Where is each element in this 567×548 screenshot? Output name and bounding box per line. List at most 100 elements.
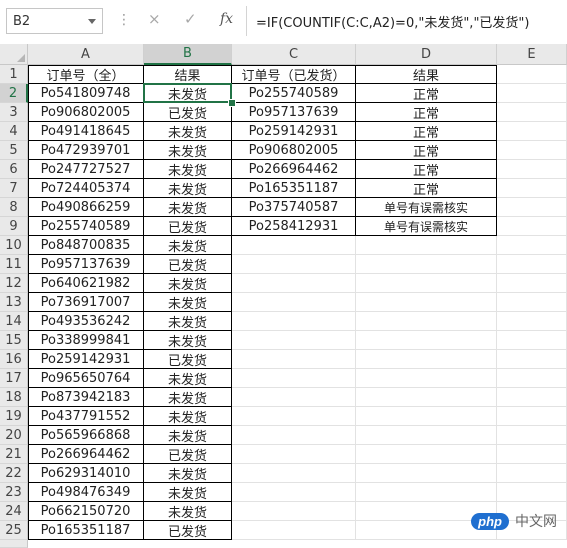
cell-b21[interactable]: 已发货 (144, 445, 232, 464)
cell-c17[interactable] (232, 369, 356, 388)
cell-c4[interactable]: Po259142931 (232, 122, 356, 141)
column-header-c[interactable]: C (232, 44, 356, 65)
row-header[interactable]: 25 (0, 521, 28, 540)
cell-e19[interactable] (497, 407, 567, 426)
cell-d5[interactable]: 正常 (356, 141, 497, 160)
cell-d21[interactable] (356, 445, 497, 464)
cell-e18[interactable] (497, 388, 567, 407)
row-header[interactable]: 14 (0, 312, 28, 331)
cell-e20[interactable] (497, 426, 567, 445)
select-all-corner[interactable] (0, 44, 28, 65)
cell-b20[interactable]: 未发货 (144, 426, 232, 445)
row-header[interactable]: 2 (0, 84, 28, 103)
cell-d11[interactable] (356, 255, 497, 274)
row-header[interactable]: 23 (0, 483, 28, 502)
cell-a3[interactable]: Po906802005 (28, 103, 144, 122)
row-header[interactable]: 6 (0, 160, 28, 179)
chevron-down-icon[interactable] (88, 19, 96, 24)
cell-a7[interactable]: Po724405374 (28, 179, 144, 198)
row-header[interactable]: 1 (0, 65, 28, 84)
cell-e17[interactable] (497, 369, 567, 388)
row-header[interactable]: 9 (0, 217, 28, 236)
cell-e7[interactable] (497, 179, 567, 198)
cell-a22[interactable]: Po629314010 (28, 464, 144, 483)
cell-c10[interactable] (232, 236, 356, 255)
cell-d15[interactable] (356, 331, 497, 350)
cell-c2[interactable]: Po255740589 (232, 84, 356, 103)
cell-d14[interactable] (356, 312, 497, 331)
cell-a21[interactable]: Po266964462 (28, 445, 144, 464)
row-header[interactable]: 5 (0, 141, 28, 160)
cell-d20[interactable] (356, 426, 497, 445)
cell-a4[interactable]: Po491418645 (28, 122, 144, 141)
cell-e4[interactable] (497, 122, 567, 141)
cell-e6[interactable] (497, 160, 567, 179)
cell-a8[interactable]: Po490866259 (28, 198, 144, 217)
cell-c22[interactable] (232, 464, 356, 483)
cell-b2[interactable]: 未发货 (144, 84, 232, 103)
row-header[interactable]: 22 (0, 464, 28, 483)
cell-c25[interactable] (232, 521, 356, 540)
cell-e23[interactable] (497, 483, 567, 502)
cell-a16[interactable]: Po259142931 (28, 350, 144, 369)
row-header[interactable]: 11 (0, 255, 28, 274)
cell-d19[interactable] (356, 407, 497, 426)
cell-c8[interactable]: Po375740587 (232, 198, 356, 217)
row-header[interactable]: 16 (0, 350, 28, 369)
cell-a12[interactable]: Po640621982 (28, 274, 144, 293)
cell-e13[interactable] (497, 293, 567, 312)
row-header[interactable]: 8 (0, 198, 28, 217)
cell-c12[interactable] (232, 274, 356, 293)
cell-b5[interactable]: 未发货 (144, 141, 232, 160)
cell-e22[interactable] (497, 464, 567, 483)
cell-a13[interactable]: Po736917007 (28, 293, 144, 312)
cell-d8[interactable]: 单号有误需核实 (356, 198, 497, 217)
insert-function-icon[interactable]: fx (220, 11, 233, 27)
cell-c19[interactable] (232, 407, 356, 426)
cell-b17[interactable]: 未发货 (144, 369, 232, 388)
cell-a14[interactable]: Po493536242 (28, 312, 144, 331)
cell-d18[interactable] (356, 388, 497, 407)
cell-c16[interactable] (232, 350, 356, 369)
cell-d17[interactable] (356, 369, 497, 388)
cell-d2[interactable]: 正常 (356, 84, 497, 103)
cell-b1[interactable]: 结果 (144, 65, 232, 84)
cell-b12[interactable]: 未发货 (144, 274, 232, 293)
cell-d9[interactable]: 单号有误需核实 (356, 217, 497, 236)
cell-a25[interactable]: Po165351187 (28, 521, 144, 540)
cell-b6[interactable]: 未发货 (144, 160, 232, 179)
cell-c21[interactable] (232, 445, 356, 464)
row-header[interactable]: 17 (0, 369, 28, 388)
cell-a5[interactable]: Po472939701 (28, 141, 144, 160)
cell-b9[interactable]: 已发货 (144, 217, 232, 236)
row-header[interactable]: 19 (0, 407, 28, 426)
cell-b18[interactable]: 未发货 (144, 388, 232, 407)
cell-a15[interactable]: Po338999841 (28, 331, 144, 350)
cell-c5[interactable]: Po906802005 (232, 141, 356, 160)
cell-a10[interactable]: Po848700835 (28, 236, 144, 255)
cell-e5[interactable] (497, 141, 567, 160)
cell-d12[interactable] (356, 274, 497, 293)
row-header[interactable]: 15 (0, 331, 28, 350)
cell-c18[interactable] (232, 388, 356, 407)
cell-d23[interactable] (356, 483, 497, 502)
row-header[interactable]: 7 (0, 179, 28, 198)
more-icon[interactable]: ⋮ (117, 12, 131, 28)
cancel-icon[interactable]: × (148, 10, 161, 28)
cell-d4[interactable]: 正常 (356, 122, 497, 141)
cell-e12[interactable] (497, 274, 567, 293)
cell-d16[interactable] (356, 350, 497, 369)
cell-e8[interactable] (497, 198, 567, 217)
cell-d22[interactable] (356, 464, 497, 483)
cell-e15[interactable] (497, 331, 567, 350)
cell-a6[interactable]: Po247727527 (28, 160, 144, 179)
cell-c14[interactable] (232, 312, 356, 331)
cell-d1[interactable]: 结果 (356, 65, 497, 84)
row-header[interactable]: 10 (0, 236, 28, 255)
formula-input[interactable]: =IF(COUNTIF(C:C,A2)=0,"未发货","已发货") (256, 12, 529, 31)
cell-e10[interactable] (497, 236, 567, 255)
cell-c7[interactable]: Po165351187 (232, 179, 356, 198)
cell-a9[interactable]: Po255740589 (28, 217, 144, 236)
cell-c24[interactable] (232, 502, 356, 521)
cell-b11[interactable]: 已发货 (144, 255, 232, 274)
